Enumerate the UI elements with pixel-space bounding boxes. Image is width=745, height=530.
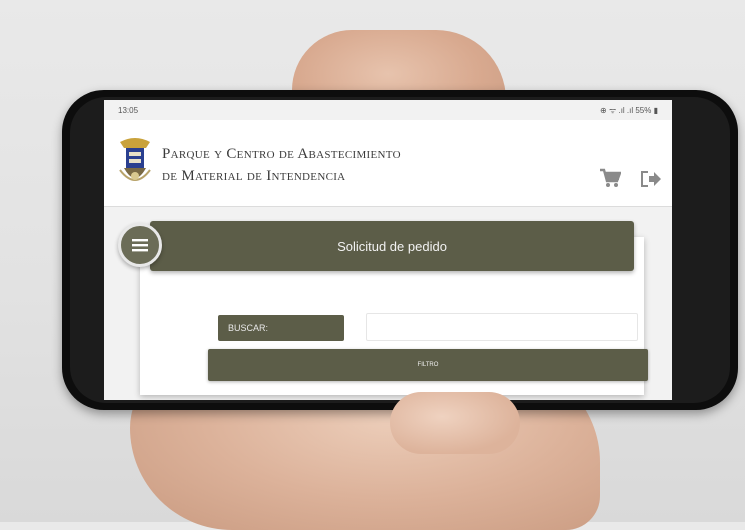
status-bar: 13:05 ⊕ ᯤ .ıl .ıl 55% ▮: [104, 100, 672, 120]
cart-icon[interactable]: [599, 168, 621, 188]
search-label: BUSCAR:: [218, 315, 344, 341]
app-header: Parque y Centro de Abastecimiento de Mat…: [104, 120, 672, 207]
logout-icon[interactable]: [640, 170, 662, 188]
app-title: Parque y Centro de Abastecimiento de Mat…: [162, 143, 401, 187]
section-title: Solicitud de pedido: [150, 221, 634, 271]
phone-screen: 13:05 ⊕ ᯤ .ıl .ıl 55% ▮ Parque y Centro …: [104, 100, 672, 400]
hamburger-icon: [132, 239, 148, 252]
search-input[interactable]: [366, 313, 638, 341]
hand-thumb: [390, 392, 520, 454]
status-time: 13:05: [118, 105, 139, 115]
coat-of-arms-logo[interactable]: [116, 134, 154, 188]
menu-button[interactable]: [118, 223, 162, 267]
app-title-line2: de Material de Intendencia: [162, 168, 346, 184]
app-title-line1: Parque y Centro de Abastecimiento: [162, 146, 401, 162]
filter-button[interactable]: FILTRO: [208, 349, 648, 381]
status-indicators: ⊕ ᯤ .ıl .ıl 55% ▮: [600, 105, 658, 115]
